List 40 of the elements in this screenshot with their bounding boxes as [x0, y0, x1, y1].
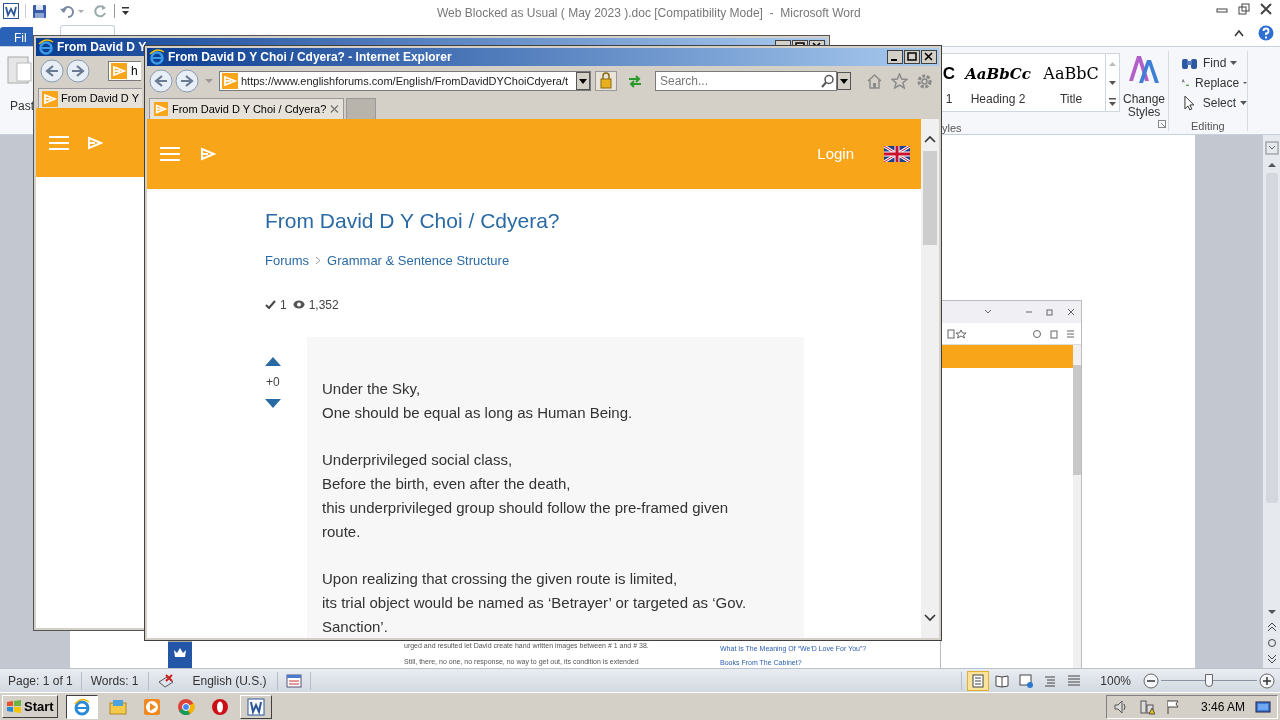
post-title: From David D Y Choi / Cdyera?: [265, 208, 561, 234]
breadcrumb-link[interactable]: Forums: [265, 251, 310, 271]
editing-button[interactable]: Select: [1181, 93, 1247, 114]
style-sample[interactable]: AaBbC: [1043, 62, 1099, 86]
post-text: its trial object would be named as ‘Betrayer’ or targeted as ‘Gov. Sanction’.: [322, 592, 748, 637]
browser-tab[interactable]: From David D Y: [38, 88, 142, 108]
post-text: this underprivileged group should follow the pre-framed given route.: [322, 497, 730, 542]
group-label: Editing: [1191, 118, 1226, 134]
style-name: Title: [1059, 91, 1083, 108]
vote-count: +0: [266, 373, 280, 391]
style-sample[interactable]: AaBbCc: [965, 62, 1031, 86]
zoom-level[interactable]: 100%: [1100, 671, 1131, 690]
post-text: Before the birth, even after the death,: [322, 473, 572, 494]
breadcrumb-link[interactable]: Grammar & Sentence Structure: [327, 251, 510, 271]
style-sample[interactable]: C: [942, 62, 956, 86]
window-title: From David D Y: [57, 39, 147, 56]
language-status[interactable]: English (U.S.): [182, 671, 277, 690]
address-bar[interactable]: h: [108, 61, 141, 81]
group-label: yles: [942, 121, 963, 136]
status-text[interactable]: Words: 1: [81, 671, 148, 690]
change-styles-button[interactable]: Change Styles: [1120, 47, 1168, 134]
style-name: Heading 2: [970, 91, 1026, 108]
post-text: Underprivileged social class,: [322, 449, 514, 470]
view-count: 1,352: [308, 296, 339, 314]
start-button[interactable]: Start: [2, 695, 58, 718]
window-title: From David D Y Choi / Cdyera? - Internet Explorer: [168, 49, 452, 66]
status-text[interactable]: Page: 1 of 1: [0, 671, 81, 690]
post-text: One should be equal as long as Human Being.: [322, 402, 634, 423]
clock[interactable]: 3:46 AM: [1200, 697, 1245, 716]
browser-tab[interactable]: From David D Y Choi / Cdyera?: [149, 98, 344, 119]
post-text: Under the Sky,: [322, 378, 422, 399]
style-name: 1: [945, 91, 953, 108]
paste-label[interactable]: Past: [10, 97, 34, 115]
answer-count: 1: [280, 296, 287, 314]
editing-button[interactable]: Find: [1181, 53, 1247, 74]
post-text: Upon realizing that crossing the given route is limited,: [322, 568, 679, 589]
window-title: Web Blocked as Usual ( May 2023 ).doc [Compatibility Mode] - Microsoft Word: [437, 5, 861, 22]
file-tab[interactable]: Fil: [0, 27, 33, 46]
address-bar[interactable]: https://www.englishforums.com/English/FromDavidDYChoiCdyera/t: [219, 71, 591, 91]
editing-button[interactable]: Replace: [1181, 73, 1247, 94]
